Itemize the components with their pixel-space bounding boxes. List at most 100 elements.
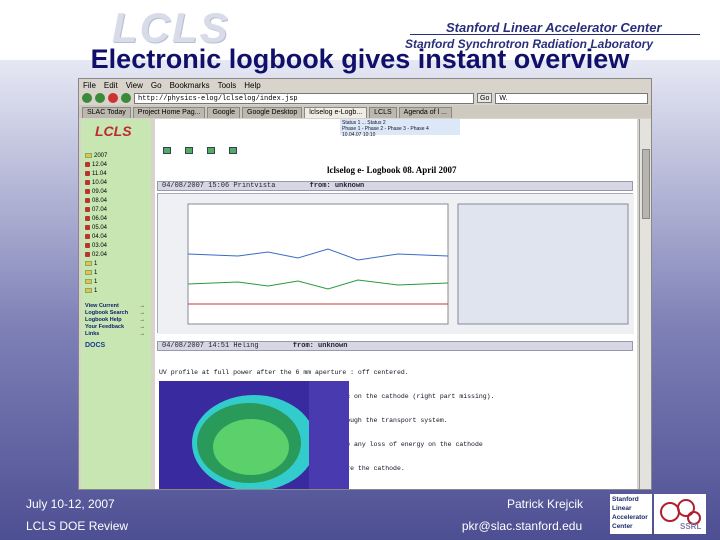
- back-icon[interactable]: [82, 93, 92, 103]
- nav-feedback[interactable]: Your Feedback →: [85, 324, 151, 331]
- tree-item[interactable]: 06.04: [85, 214, 151, 223]
- tree-item[interactable]: 05.04: [85, 223, 151, 232]
- footer-presenter: Patrick Krejcik: [506, 497, 583, 511]
- entry-icon: [85, 252, 90, 257]
- tree-item[interactable]: 2007: [85, 151, 151, 160]
- tree-item[interactable]: 10.04: [85, 178, 151, 187]
- menu-edit[interactable]: Edit: [104, 81, 118, 90]
- arrow-icon: →: [139, 331, 146, 337]
- print-icon[interactable]: [185, 147, 193, 154]
- back-arrow-icon[interactable]: [207, 147, 215, 154]
- entry-header[interactable]: 04/08/2007 15:06 Printvista from: unknow…: [157, 181, 633, 191]
- entry-icon: [85, 225, 90, 230]
- tree-item[interactable]: 03.04: [85, 241, 151, 250]
- entry-time: 04/08/2007 14:51: [162, 342, 230, 350]
- docs-link[interactable]: DOCS: [85, 342, 151, 349]
- ssrl-logo: SSRL: [654, 494, 706, 534]
- entry-icon: [85, 243, 90, 248]
- folder-icon: [85, 279, 92, 284]
- menu-bookmarks[interactable]: Bookmarks: [170, 81, 210, 90]
- entry-icon: [85, 189, 90, 194]
- nav-logbook-help[interactable]: Logbook Help →: [85, 317, 151, 324]
- forward-icon[interactable]: [95, 93, 105, 103]
- stop-icon[interactable]: [108, 93, 118, 103]
- sidebar-nav: View Current → Logbook Search → Logbook He…: [85, 303, 151, 338]
- entry-time: 04/08/2007 15:06: [162, 182, 230, 190]
- plot-screenshot: [158, 194, 634, 334]
- scrollbar[interactable]: [639, 119, 651, 489]
- tree-item[interactable]: 12.04: [85, 160, 151, 169]
- browser-screenshot: File Edit View Go Bookmarks Tools Help h…: [78, 78, 652, 490]
- folder-icon: [85, 261, 92, 266]
- entry-icon: [85, 162, 90, 167]
- tab-project-home[interactable]: Project Home Pag...: [132, 107, 206, 118]
- slac-logo: Stanford Linear Accelerator Center: [610, 494, 652, 534]
- tab-google-desktop[interactable]: Google Desktop: [242, 107, 303, 118]
- entry-screenshot[interactable]: [157, 193, 634, 334]
- entry-author: from: unknown: [309, 182, 365, 190]
- entry-icon: [85, 216, 90, 221]
- menu-go[interactable]: Go: [151, 81, 162, 90]
- tab-agenda[interactable]: Agenda of l ...: [398, 107, 452, 118]
- beam-profile-image[interactable]: [159, 381, 349, 489]
- tree-item[interactable]: 1: [85, 268, 151, 277]
- nav-view-current[interactable]: View Current →: [85, 303, 151, 310]
- menu-bar: File Edit View Go Bookmarks Tools Help: [79, 79, 651, 91]
- content-toolbar: [163, 147, 237, 154]
- tree-item[interactable]: 09.04: [85, 187, 151, 196]
- sidebar-logo: LCLS: [95, 123, 132, 139]
- nav-logbook-search[interactable]: Logbook Search →: [85, 310, 151, 317]
- url-input[interactable]: http://physics-elog/lclselog/index.jsp: [134, 92, 474, 104]
- forward-arrow-icon[interactable]: [229, 147, 237, 154]
- menu-view[interactable]: View: [126, 81, 143, 90]
- nav-links[interactable]: Links →: [85, 331, 151, 338]
- arrow-icon: →: [139, 317, 146, 323]
- entry-author: from: unknown: [292, 342, 348, 350]
- tree-item[interactable]: 08.04: [85, 196, 151, 205]
- menu-help[interactable]: Help: [244, 81, 260, 90]
- tree-item[interactable]: 1: [85, 259, 151, 268]
- go-button[interactable]: Go: [477, 93, 493, 103]
- tab-slac-today[interactable]: SLAC Today: [82, 107, 131, 118]
- arrow-icon: →: [139, 324, 146, 330]
- tab-lclselog[interactable]: lclselog e-Logb...: [304, 107, 368, 118]
- tree-item[interactable]: 04.04: [85, 232, 151, 241]
- slide-title: Electronic logbook gives instant overvie…: [90, 44, 630, 74]
- entry-icon: [85, 207, 90, 212]
- entry-header[interactable]: 04/08/2007 14:51 Heling from: unknown: [157, 341, 633, 351]
- tab-google[interactable]: Google: [207, 107, 241, 118]
- entry-tag: Printvista: [233, 182, 276, 190]
- tree-item[interactable]: 1: [85, 286, 151, 295]
- tree-item[interactable]: 1: [85, 277, 151, 286]
- tree-item[interactable]: 11.04: [85, 169, 151, 178]
- tab-lcls[interactable]: LCLS: [369, 107, 397, 118]
- footer-email: pkr@slac.stanford.edu: [461, 519, 583, 533]
- footer-date: July 10-12, 2007: [26, 497, 115, 511]
- slac-label: Stanford Linear Accelerator Center: [446, 20, 662, 35]
- ssrl-text: SSRL: [680, 522, 702, 531]
- logbook-title: lclselog e- Logbook 08. April 2007: [327, 165, 457, 175]
- folder-icon: [85, 153, 92, 158]
- footer-review: LCLS DOE Review: [26, 519, 129, 533]
- tree-item[interactable]: 07.04: [85, 205, 151, 214]
- folder-icon: [85, 288, 92, 293]
- header-rule: [410, 34, 700, 35]
- menu-file[interactable]: File: [83, 81, 96, 90]
- entry-icon: [85, 198, 90, 203]
- status-box: Status 1 ... Status 2 Phase 1 - Phase 2 …: [340, 119, 460, 138]
- folder-icon: [85, 270, 92, 275]
- search-input[interactable]: W.: [495, 92, 648, 104]
- tree-item[interactable]: 02.04: [85, 250, 151, 259]
- nav-toolbar: http://physics-elog/lclselog/index.jsp G…: [79, 91, 651, 105]
- logbook-sidebar: LCLS 2007 12.04 11.04 10.04 09.04 08.04 …: [81, 119, 151, 489]
- logbook-content: Status 1 ... Status 2 Phase 1 - Phase 2 …: [155, 119, 637, 489]
- bookmarks-tabs: SLAC Today Project Home Pag... Google Go…: [79, 105, 651, 118]
- home-icon[interactable]: [121, 93, 131, 103]
- entry-icon: [85, 180, 90, 185]
- scroll-thumb[interactable]: [642, 149, 650, 219]
- arrow-icon: →: [139, 303, 146, 309]
- beam-profile-graphic: [159, 381, 349, 489]
- refresh-icon[interactable]: [163, 147, 171, 154]
- menu-tools[interactable]: Tools: [218, 81, 237, 90]
- entry-icon: [85, 234, 90, 239]
